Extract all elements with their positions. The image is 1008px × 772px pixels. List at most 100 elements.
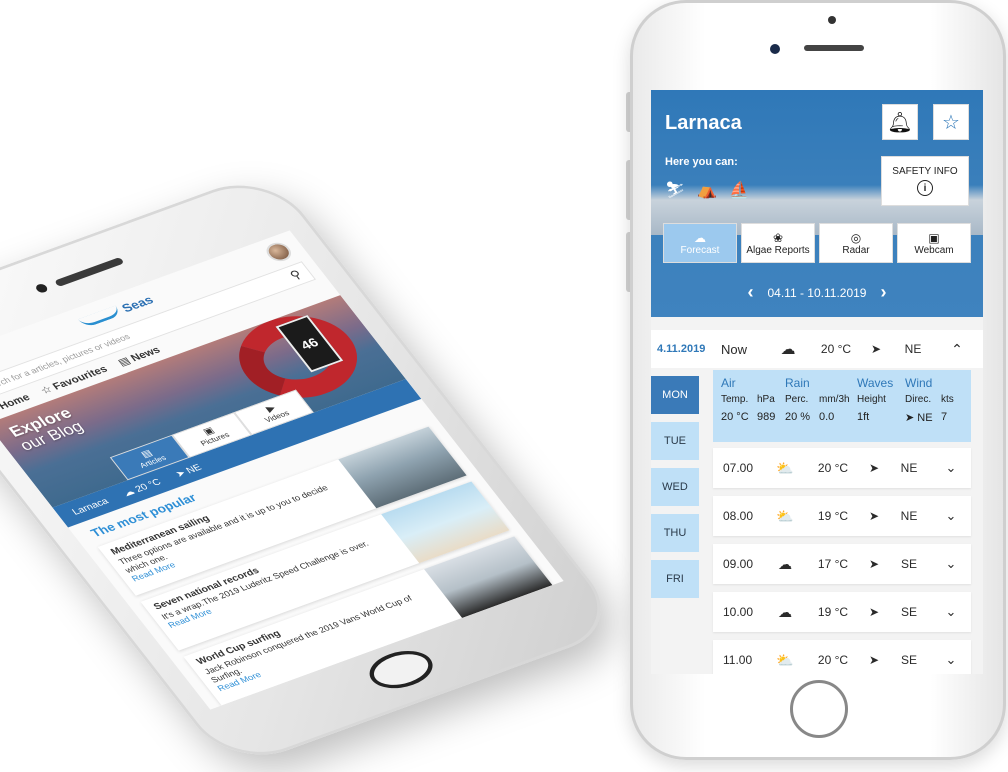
detail-header: Wind	[905, 376, 933, 390]
phone-speaker	[804, 45, 864, 51]
hour-wind: SE	[900, 557, 917, 571]
safety-info-button[interactable]: SAFETY INFO i	[881, 156, 969, 206]
wind-arrow-icon: ➤	[868, 557, 880, 571]
day-tab-thu[interactable]: THU	[651, 514, 699, 552]
notification-button[interactable]: 🔔︎	[882, 104, 918, 140]
chevron-right-icon[interactable]: ›	[880, 282, 886, 303]
chevron-down-icon[interactable]: ⌄	[931, 556, 971, 572]
hour-time: 08.00	[723, 509, 754, 523]
hour-time: 11.00	[723, 653, 753, 667]
sun-cloud-icon: ⛅	[776, 507, 794, 524]
info-icon: i	[917, 180, 933, 196]
detail-value: 20 °C	[721, 411, 749, 423]
date-range-selector: ‹ 04.11 - 10.11.2019 ›	[651, 282, 983, 303]
detail-value: 7	[941, 411, 948, 423]
hour-row[interactable]: 09.00 ☁ 17 °C ➤ SE ⌄	[713, 544, 971, 584]
page-title: Larnaca	[665, 112, 742, 134]
hour-temp: 19 °C	[817, 605, 849, 619]
detail-subheader: mm/3h	[819, 394, 850, 405]
detail-header: Rain	[785, 376, 810, 390]
detail-value: 0.0	[819, 411, 835, 423]
wind-arrow-icon: ➤	[868, 653, 880, 667]
hour-row[interactable]: 11.00 ⛅ 20 °C ➤ SE ⌄	[713, 640, 971, 674]
bell-icon: 🔔︎	[887, 111, 913, 134]
hour-temp: 20 °C	[817, 653, 849, 667]
hour-time: 07.00	[723, 461, 754, 475]
now-temp: 20 °C	[820, 342, 852, 356]
search-icon[interactable]: ⚲	[287, 267, 305, 282]
day-tab-tue[interactable]: TUE	[651, 422, 699, 460]
hour-temp: 19 °C	[817, 509, 849, 523]
tab-webcam[interactable]: ▣ Webcam	[897, 223, 971, 263]
logo-text: Seas	[118, 292, 156, 315]
day-selector: MON TUE WED THU FRI	[651, 376, 701, 606]
sun-cloud-icon: ⛅	[776, 459, 794, 476]
hour-time: 09.00	[723, 557, 754, 571]
now-row[interactable]: 4.11.2019 Now ☁ 20 °C ➤ NE ⌃	[651, 330, 983, 368]
detail-value: 20 %	[785, 411, 811, 423]
star-icon: ☆	[942, 111, 960, 134]
sun-cloud-icon: ⛅	[776, 651, 794, 668]
detail-value: 989	[757, 411, 776, 423]
favourite-button[interactable]: ☆	[933, 104, 969, 140]
detail-value: 1ft	[857, 411, 870, 423]
day-tab-mon[interactable]: MON	[651, 376, 699, 414]
wind-arrow-icon: ➤	[868, 461, 880, 475]
rain-cloud-icon: ☁	[778, 555, 792, 572]
algae-icon: ❀	[772, 230, 784, 245]
hour-row[interactable]: 10.00 ☁ 19 °C ➤ SE ⌄	[713, 592, 971, 632]
detail-subheader: Temp.	[721, 394, 749, 405]
tab-algae-reports[interactable]: ❀ Algae Reports	[741, 223, 815, 263]
detail-value: NE	[917, 412, 933, 424]
hour-wind: SE	[900, 605, 917, 619]
webcam-icon: ▣	[928, 230, 940, 245]
day-tab-fri[interactable]: FRI	[651, 560, 699, 598]
sun-cloud-icon: ☁	[694, 230, 706, 245]
rain-cloud-icon: ☁	[780, 341, 796, 358]
detail-subheader: Height	[857, 394, 886, 405]
chevron-left-icon[interactable]: ‹	[748, 282, 754, 303]
chevron-up-icon[interactable]: ⌃	[937, 341, 977, 358]
hero-title: Explore our Blog	[5, 404, 88, 455]
sailing-icon: ⛵	[729, 182, 750, 199]
chevron-down-icon[interactable]: ⌄	[931, 460, 971, 476]
front-camera	[770, 44, 780, 54]
surf-icon: ⛺	[697, 182, 718, 199]
hourly-forecast-list: 07.00 ⛅ 20 °C ➤ NE ⌄ 08.00 ⛅ 19 °C ➤ NE …	[713, 448, 971, 674]
rain-cloud-icon: ☁	[778, 603, 792, 620]
date-range: 04.11 - 10.11.2019	[767, 285, 867, 300]
activities-label: Here you can:	[665, 156, 738, 168]
chevron-down-icon[interactable]: ⌄	[931, 604, 971, 620]
radar-icon: ◎	[850, 230, 862, 245]
detail-header: Waves	[857, 376, 894, 390]
avatar[interactable]	[261, 239, 296, 265]
wave-logo-icon	[78, 305, 123, 329]
day-tab-wed[interactable]: WED	[651, 468, 699, 506]
hour-temp: 20 °C	[817, 461, 849, 475]
current-date: 4.11.2019	[657, 343, 706, 355]
hour-row[interactable]: 08.00 ⛅ 19 °C ➤ NE ⌄	[713, 496, 971, 536]
detail-subheader: Perc.	[785, 394, 809, 405]
hour-wind: NE	[900, 461, 918, 475]
chevron-down-icon[interactable]: ⌄	[931, 508, 971, 524]
tab-forecast[interactable]: ☁ Forecast	[663, 223, 737, 263]
home-button[interactable]	[790, 680, 848, 738]
hour-row[interactable]: 07.00 ⛅ 20 °C ➤ NE ⌄	[713, 448, 971, 488]
tab-radar[interactable]: ◎ Radar	[819, 223, 893, 263]
proximity-sensor	[828, 16, 836, 24]
hour-wind: SE	[900, 653, 917, 667]
hour-temp: 17 °C	[817, 557, 849, 571]
now-label: Now	[721, 341, 748, 357]
detail-subheader: hPa	[757, 394, 775, 405]
waterski-icon: ⛷	[665, 182, 686, 199]
hour-time: 10.00	[723, 605, 754, 619]
hour-wind: NE	[900, 509, 918, 523]
wind-arrow-icon: ➤	[870, 342, 882, 356]
detail-subheader: kts	[941, 394, 954, 405]
blog-phone: ‹ Seas Search for a articles, pictures o…	[0, 169, 627, 771]
detail-subheader: Direc.	[905, 394, 932, 405]
weather-tabs: ☁ Forecast ❀ Algae Reports ◎ Radar ▣ Web…	[663, 223, 971, 263]
activity-icons: ⛷ ⛺ ⛵	[665, 180, 749, 200]
chevron-down-icon[interactable]: ⌄	[931, 652, 971, 668]
location-header: Larnaca 🔔︎ ☆ Here you can: ⛷ ⛺ ⛵ SAFETY …	[651, 90, 983, 317]
